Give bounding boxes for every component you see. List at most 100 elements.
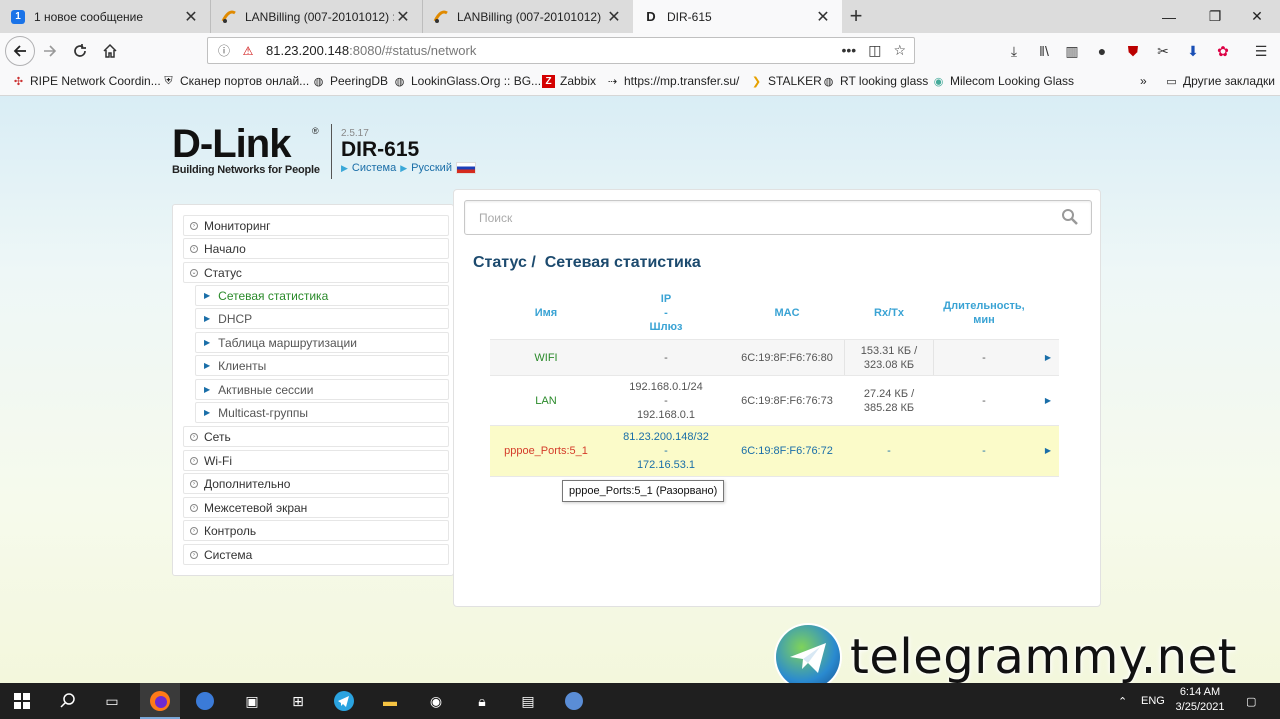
network-app-icon[interactable]: ⊞ [286,689,310,713]
extension-flower-icon[interactable]: ✿ [1214,42,1232,60]
table-row[interactable]: WIFI - 6C:19:8F:F6:76:80 153.31 КБ /323.… [490,339,1059,376]
reload-icon [74,44,86,57]
close-tab-icon[interactable]: ✕ [605,7,623,27]
bookmark-stalker[interactable]: ❯ STALKER [750,74,822,88]
pocket-icon[interactable]: ◫ [868,42,881,59]
link-icon: ⇢ [607,75,618,88]
sidebar-item-network-stats[interactable]: ▶ Сетевая статистика [195,285,449,306]
sidebar-item-wifi[interactable]: › Wi-Fi [183,450,449,471]
search-icon[interactable] [1061,208,1079,226]
bookmark-mp-transfer[interactable]: ⇢ https://mp.transfer.su/ [606,74,740,88]
globe-app-icon[interactable] [562,689,586,713]
forward-button[interactable] [37,38,63,64]
dlink-logo[interactable]: D-Link ® Building Networks for People [172,124,320,176]
sidebar-item-routing-table[interactable]: ▶ Таблица маршрутизации [195,332,449,353]
sidebar-item-clients[interactable]: ▶ Клиенты [195,355,449,376]
bookmark-ripe[interactable]: ✣ RIPE Network Coordin... [12,74,161,88]
chevron-right-icon: ▶ [204,408,211,417]
row-details-arrow-icon[interactable]: ▶ [1038,376,1058,426]
table-row[interactable]: LAN 192.168.0.1/24-192.168.0.1 6C:19:8F:… [490,375,1059,426]
new-tab-button[interactable]: + [842,4,870,30]
insecure-lock-icon[interactable]: ⚠ [240,44,256,58]
menu-hamburger-icon[interactable]: ☰ [1252,42,1270,60]
back-button[interactable] [5,36,35,66]
sidebar-item-active-sessions[interactable]: ▶ Активные сессии [195,379,449,400]
bookmark-rt-looking-glass[interactable]: ◍ RT looking glass [822,74,929,88]
sidebar-item-firewall[interactable]: › Межсетевой экран [183,497,449,518]
cell-rxtx: - [887,445,891,457]
extension-hammer-icon[interactable]: ✂ [1154,42,1172,60]
close-tab-icon[interactable]: ✕ [182,7,200,27]
firefox-icon[interactable] [148,689,172,713]
row-details-arrow-icon[interactable]: ▶ [1038,340,1058,376]
notifications-icon[interactable]: ▢ [1246,683,1256,719]
sidebar-item-control[interactable]: › Контроль [183,520,449,541]
sidebar-item-advanced[interactable]: › Дополнительно [183,473,449,494]
tray-overflow-icon[interactable]: ⌃ [1118,683,1127,719]
cell-name: pppoe_Ports:5_1 [504,445,588,457]
tab-lanbilling-1[interactable]: LANBilling (007-20101012) :: OO ✕ [210,0,422,33]
sidebar-item-dhcp[interactable]: ▶ DHCP [195,308,449,329]
steam-icon[interactable]: ◉ [424,689,448,713]
bookmark-star-icon[interactable]: ☆ [893,42,906,59]
tab-messages[interactable]: 1 1 новое сообщение ✕ [0,0,210,33]
telegram-icon[interactable] [332,689,356,713]
input-language[interactable]: ENG [1141,683,1165,719]
address-bar[interactable]: ⓘ ⚠ 81.23.200.148:8080/#status/network •… [207,37,915,64]
tab-dir-615[interactable]: D DIR-615 ✕ [633,0,842,33]
sidebar-item-label: Multicast-группы [218,405,309,420]
expand-icon: › [190,479,198,488]
cell-duration: - [982,352,986,364]
minimize-icon[interactable]: — [1146,0,1192,33]
vpn-lock-icon[interactable]: 🔒︎ [470,689,494,713]
expand-icon: › [190,221,198,230]
bookmark-lookinglass[interactable]: ◍ LookinGlass.Org :: BG... [393,74,541,88]
chat-app-icon[interactable] [193,689,217,713]
reload-button[interactable] [67,38,93,64]
search-icon[interactable] [56,689,80,713]
cell-rxtx: 153.31 КБ /323.08 КБ [844,340,934,376]
sidebar-item-multicast[interactable]: ▶ Multicast-группы [195,402,449,423]
page-actions-icon[interactable]: ••• [841,42,856,59]
language-link[interactable]: Русский [411,162,452,174]
info-icon[interactable]: ⓘ [216,42,232,59]
system-link[interactable]: Система [352,162,396,174]
url-text[interactable]: 81.23.200.148:8080/#status/network [266,43,476,58]
file-explorer-icon[interactable]: ▬ [378,689,402,713]
account-icon[interactable]: ● [1093,42,1111,60]
other-bookmarks[interactable]: ▭ Другие закладки [1165,74,1275,88]
close-window-icon[interactable]: ✕ [1234,0,1280,33]
message-count-icon: 1 [10,9,26,25]
library-icon[interactable]: ‖\ [1035,42,1053,60]
task-view-icon[interactable]: ▭ [100,689,124,713]
ublock-icon[interactable]: ⛊ [1124,42,1142,60]
extension-download-icon[interactable]: ⬇ [1184,42,1202,60]
close-tab-icon[interactable]: ✕ [814,7,832,27]
breadcrumb-parent[interactable]: Статус / [473,254,536,271]
table-row[interactable]: pppoe_Ports:5_1 81.23.200.148/32-172.16.… [490,425,1059,477]
logo-tagline: Building Networks for People [172,164,320,176]
terminal-icon[interactable]: ▣ [240,689,264,713]
document-icon[interactable]: ▤ [516,689,540,713]
sidebar-item-status[interactable]: ⌄ Статус [183,262,449,283]
system-clock[interactable]: 6:14 AM 3/25/2021 [1170,685,1230,715]
close-tab-icon[interactable]: ✕ [394,7,412,27]
bookmarks-overflow-icon[interactable]: » [1140,74,1147,88]
bookmark-milecom[interactable]: ◉ Milecom Looking Glass [932,74,1074,88]
restore-icon[interactable]: ❐ [1192,0,1238,33]
sidebar-item-monitoring[interactable]: › Мониторинг [183,215,449,236]
sidebar-item-system[interactable]: › Система [183,544,449,565]
downloads-icon[interactable]: ⤓ [1005,42,1023,60]
windows-start-icon[interactable] [10,689,34,713]
row-details-arrow-icon[interactable]: ▶ [1038,426,1058,476]
sidebar-toggle-icon[interactable]: ▥ [1063,42,1081,60]
bookmark-port-scanner[interactable]: ⛨ Сканер портов онлай... [162,74,309,88]
sidebar-item-start[interactable]: › Начало [183,238,449,259]
home-button[interactable] [97,38,123,64]
tab-lanbilling-2[interactable]: LANBilling (007-20101012) :: OO ✕ [422,0,633,33]
search-input[interactable] [477,210,1041,226]
cell-ip: 192.168.0.1/24-192.168.0.1 [629,381,703,421]
bookmark-peeringdb[interactable]: ◍ PeeringDB [312,74,388,88]
sidebar-item-network[interactable]: › Сеть [183,426,449,447]
bookmark-zabbix[interactable]: Z Zabbix [542,74,596,88]
